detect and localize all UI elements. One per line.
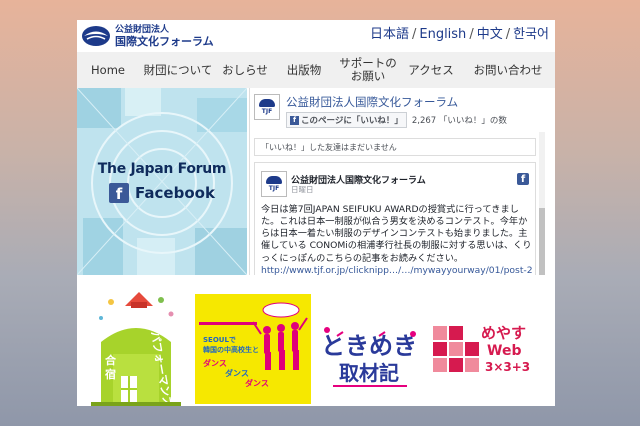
fb-like-page-button[interactable]: f このページに「いいね！」	[286, 112, 407, 128]
lang-en-link[interactable]: English	[419, 27, 466, 42]
promo-meyasu-web[interactable]: めやす Web 3×3+3	[431, 292, 535, 406]
meyasu-line1: めやす	[481, 324, 527, 342]
svg-text:宿: 宿	[105, 367, 116, 381]
main-content: The Japan Forum f Facebook TJF 公益財団法人国際文…	[77, 88, 555, 275]
nav-item-home[interactable]: Home	[77, 52, 139, 88]
site-header: 公益財団法人 国際文化フォーラム 日本語 / English / 中文 / 한국어	[77, 20, 555, 52]
facebook-f-icon: f	[109, 183, 130, 203]
svg-text:ダンス: ダンス	[245, 378, 269, 388]
banner-line1: The Japan Forum	[97, 161, 227, 177]
fb-post-card: TJF 公益財団法人国際文化フォーラム 日曜日 f 今日は第7回JAPAN SE…	[254, 162, 536, 275]
avatar-badge-text: TJF	[268, 185, 280, 192]
promo-performance-camp[interactable]: 合 宿 パフォーマンス	[91, 292, 181, 406]
tjf-logo-icon	[82, 26, 110, 46]
meyasu-line2: Web	[487, 343, 522, 359]
logo-line1: 公益財団法人	[115, 24, 170, 35]
nav-item-publications[interactable]: 出版物	[273, 52, 335, 88]
banner-line2-row: f Facebook	[77, 183, 247, 203]
fb-post-link[interactable]: http://www.tjf.or.jp/clicknipp…/…/mywayy…	[261, 265, 533, 275]
svg-text:ときめき: ときめき	[321, 332, 417, 360]
lang-ja-link[interactable]: 日本語	[370, 27, 409, 42]
tokimeki-logo-icon: ときめき 取材記	[319, 292, 419, 406]
lang-separator: /	[411, 27, 417, 42]
svg-text:SEOULで: SEOULで	[203, 336, 236, 344]
avatar-badge-text: TJF	[261, 108, 273, 115]
logo-text: 公益財団法人 国際文化フォーラム	[115, 24, 214, 48]
nav-item-support[interactable]: サポートの お願い	[335, 52, 401, 88]
performance-camp-illustration-icon: 合 宿 パフォーマンス	[91, 292, 181, 406]
meyasu-text: めやす Web 3×3+3	[481, 324, 535, 374]
avatar-wave-shape	[266, 176, 282, 184]
lang-separator: /	[469, 27, 474, 42]
svg-text:ダンス: ダンス	[225, 368, 249, 378]
language-switcher: 日本語 / English / 中文 / 한국어	[370, 23, 549, 42]
lang-zh-link[interactable]: 中文	[477, 27, 503, 42]
fb-widget-scrollbar[interactable]	[539, 132, 545, 275]
fb-mini-icon: f	[290, 115, 299, 125]
facebook-banner[interactable]: The Japan Forum f Facebook	[77, 88, 247, 275]
fb-like-count: 2,267 「いいね！」の数	[411, 116, 507, 126]
banner-text: The Japan Forum f Facebook	[77, 161, 247, 203]
dance-seoul-illustration-icon: SEOULで 韓国の中高校生と ダンス ダンス ダンス	[195, 294, 311, 404]
fb-widget-header: TJF 公益財団法人国際文化フォーラム f このページに「いいね！」 2,267…	[250, 88, 545, 132]
facebook-icon[interactable]: f	[517, 173, 529, 185]
tjf-page-avatar-icon[interactable]: TJF	[254, 94, 280, 120]
fb-friends-box: 「いいね！」した友達はまだいません	[254, 138, 536, 156]
page-frame: 公益財団法人 国際文化フォーラム 日本語 / English / 中文 / 한국어 Home…	[77, 20, 555, 406]
logo-line2: 国際文化フォーラム	[115, 34, 214, 48]
fb-like-row: f このページに「いいね！」 2,267 「いいね！」の数	[286, 112, 507, 128]
main-nav: Home 財団について おしらせ 出版物 サポートの お願い アクセス お問い合…	[77, 52, 555, 88]
scrollbar-thumb[interactable]	[539, 208, 545, 275]
nav-item-news[interactable]: おしらせ	[217, 52, 273, 88]
fb-post-body: 今日は第7回JAPAN SEIFUKU AWARDの授賞式に行ってきました。これ…	[261, 204, 532, 264]
fb-page-name-link[interactable]: 公益財団法人国際文化フォーラム	[286, 94, 458, 110]
svg-text:韓国の中高校生と: 韓国の中高校生と	[203, 345, 259, 354]
promo-banners: 合 宿 パフォーマンス SEOULで 韓国の中高校生と ダンス ダンス ダンス	[77, 292, 555, 406]
facebook-page-widget: TJF 公益財団法人国際文化フォーラム f このページに「いいね！」 2,267…	[249, 88, 545, 275]
fb-post-text: 今日は第7回JAPAN SEIFUKU AWARDの授賞式に行ってきました。これ…	[261, 204, 533, 275]
svg-text:取材記: 取材記	[339, 361, 399, 385]
promo-tokimeki[interactable]: ときめき 取材記	[319, 292, 419, 406]
avatar-wave-shape	[259, 99, 275, 107]
post-author-avatar-icon[interactable]: TJF	[261, 171, 287, 197]
nav-item-access[interactable]: アクセス	[401, 52, 461, 88]
meyasu-subtitle: 3×3+3	[485, 360, 531, 374]
fb-like-page-label: このページに「いいね！」	[301, 116, 403, 126]
lang-separator: /	[505, 27, 511, 42]
svg-text:ダンス: ダンス	[203, 358, 227, 368]
lang-ko-link[interactable]: 한국어	[513, 27, 549, 42]
fb-post-date[interactable]: 日曜日	[291, 184, 314, 195]
banner-line2: Facebook	[135, 184, 215, 202]
site-logo[interactable]: 公益財団法人 国際文化フォーラム	[81, 24, 214, 48]
svg-text:合: 合	[105, 353, 117, 367]
promo-dance-seoul[interactable]: SEOULで 韓国の中高校生と ダンス ダンス ダンス	[195, 294, 311, 404]
nav-item-about[interactable]: 財団について	[139, 52, 217, 88]
nav-item-contact[interactable]: お問い合わせ	[461, 52, 555, 88]
